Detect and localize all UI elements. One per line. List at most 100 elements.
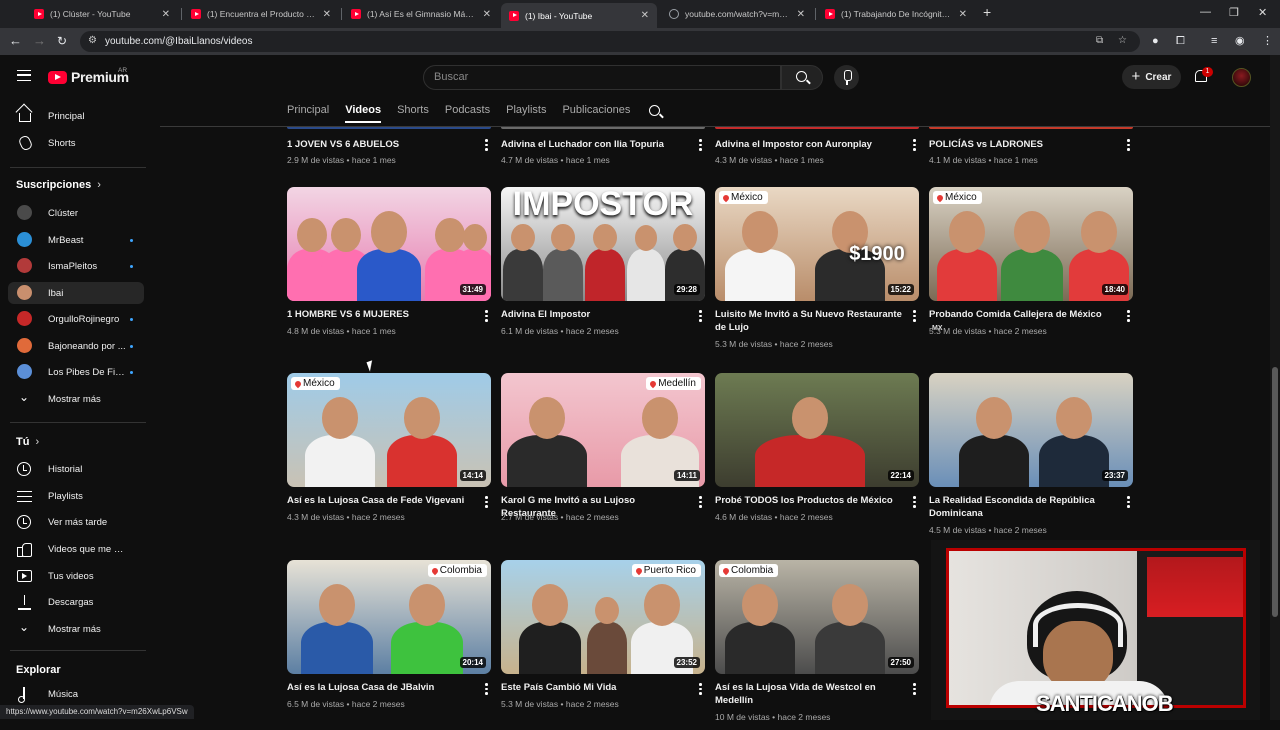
video-thumbnail[interactable]: Colombia 20:14: [287, 560, 491, 674]
browser-tab[interactable]: youtube.com/watch?v=m26Xw ✕: [661, 3, 813, 25]
sidebar-item-subscription[interactable]: Clúster: [8, 202, 144, 224]
close-tab-icon[interactable]: ✕: [641, 10, 649, 21]
sidebar-item-subscription[interactable]: Ibai: [8, 282, 144, 304]
video-thumbnail[interactable]: IMPOSTOR 29:28: [501, 187, 705, 301]
subscriptions-heading[interactable]: Suscripciones ›: [16, 179, 101, 191]
search-box[interactable]: [423, 65, 781, 90]
profile-icon[interactable]: ◉: [1235, 34, 1245, 48]
sidebar-item-descargas[interactable]: Descargas: [8, 591, 144, 613]
close-window-icon[interactable]: ✕: [1258, 6, 1267, 19]
search-input[interactable]: [434, 71, 764, 83]
sidebar-item-subscription[interactable]: OrgulloRojinegro: [8, 308, 144, 330]
more-actions-icon[interactable]: [1127, 139, 1130, 151]
browser-tab[interactable]: (1) Así Es el Gimnasio Más Lujo ✕: [343, 3, 499, 25]
search-button[interactable]: [781, 65, 823, 90]
more-actions-icon[interactable]: [699, 496, 702, 508]
scrollbar-thumb[interactable]: [1272, 367, 1278, 617]
sidebar-item-ver-mas-tarde[interactable]: Ver más tarde: [8, 511, 144, 533]
more-actions-icon[interactable]: [485, 496, 488, 508]
hamburger-menu-icon[interactable]: [17, 70, 31, 81]
show-more-you[interactable]: ⌄ Mostrar más: [8, 618, 144, 640]
video-thumbnail[interactable]: México 18:40: [929, 187, 1133, 301]
video-thumbnail[interactable]: [715, 127, 919, 129]
new-tab-icon[interactable]: +: [983, 4, 991, 20]
video-thumbnail[interactable]: México 14:14: [287, 373, 491, 487]
video-title[interactable]: 1 JOVEN VS 6 ABUELOS: [287, 138, 477, 151]
tab-podcasts[interactable]: Podcasts: [445, 99, 506, 123]
video-thumbnail[interactable]: Colombia 27:50: [715, 560, 919, 674]
create-button[interactable]: + Crear: [1122, 65, 1181, 89]
video-card[interactable]: Colombia 27:50 Así es la Lujosa Vida de We…: [715, 560, 920, 730]
media-controls-icon[interactable]: ≡: [1211, 34, 1217, 48]
browser-tab[interactable]: (1) Clúster - YouTube ✕: [26, 3, 178, 25]
youtube-premium-logo[interactable]: Premium: [48, 69, 129, 85]
video-title[interactable]: Así es la Lujosa Casa de Fede Vigevani: [287, 494, 477, 507]
you-heading[interactable]: Tú ›: [16, 436, 39, 448]
tab-publicaciones[interactable]: Publicaciones: [562, 99, 646, 123]
more-actions-icon[interactable]: [699, 310, 702, 322]
more-actions-icon[interactable]: [913, 139, 916, 151]
video-title[interactable]: Probé TODOS los Productos de México: [715, 494, 905, 507]
forward-icon[interactable]: →: [33, 34, 46, 48]
video-card[interactable]: $1900 México 15:22 Luisito Me Invitó a Su N…: [715, 187, 920, 357]
more-actions-icon[interactable]: [485, 139, 488, 151]
more-actions-icon[interactable]: [485, 683, 488, 695]
reload-icon[interactable]: ↻: [57, 34, 67, 48]
video-title[interactable]: La Realidad Escondida de República Domin…: [929, 494, 1119, 520]
tab-playlists[interactable]: Playlists: [506, 99, 562, 123]
video-thumbnail[interactable]: [287, 127, 491, 129]
more-actions-icon[interactable]: [699, 139, 702, 151]
page-scrollbar[interactable]: [1270, 55, 1280, 720]
sidebar-item-subscription[interactable]: MrBeast: [8, 229, 144, 251]
close-tab-icon[interactable]: ✕: [162, 9, 170, 20]
video-card[interactable]: Puerto Rico 23:52 Este País Cambió Mi Vida…: [501, 560, 706, 730]
video-card[interactable]: México 18:40 Probando Comida Callejera de …: [929, 187, 1134, 357]
show-more-subscriptions[interactable]: ⌄ Mostrar más: [8, 388, 144, 410]
sidebar-item-subscription[interactable]: IsmaPleitos: [8, 255, 144, 277]
close-tab-icon[interactable]: ✕: [797, 9, 805, 20]
sidebar-item-subscription[interactable]: Los Pibes De Fio...: [8, 361, 144, 383]
extension-icon[interactable]: ●: [1152, 34, 1159, 48]
video-title[interactable]: Este País Cambió Mi Vida: [501, 681, 691, 694]
video-thumbnail[interactable]: Medellín 14:11: [501, 373, 705, 487]
video-card[interactable]: 22:14 Probé TODOS los Productos de México…: [715, 373, 920, 543]
bookmark-star-icon[interactable]: ☆: [1118, 35, 1127, 46]
sidebar-item-liked-videos[interactable]: Videos que me gus...: [8, 538, 144, 560]
maximize-icon[interactable]: ❐: [1229, 6, 1239, 19]
video-title[interactable]: Así es la Lujosa Casa de JBalvin: [287, 681, 477, 694]
site-info-icon[interactable]: ⚙: [88, 35, 97, 46]
video-card[interactable]: Colombia 20:14 Así es la Lujosa Casa de JB…: [287, 560, 492, 730]
video-title[interactable]: Adivina El Impostor: [501, 308, 691, 321]
video-card[interactable]: Adivina el Luchador con Ilia Topuria 4.7 …: [501, 127, 706, 167]
tab-principal[interactable]: Principal: [287, 99, 345, 123]
video-thumbnail[interactable]: [929, 127, 1133, 129]
voice-search-icon[interactable]: [834, 65, 859, 90]
browser-tab-active[interactable]: (1) Ibai - YouTube ✕: [501, 3, 657, 28]
back-icon[interactable]: ←: [9, 34, 22, 48]
sidebar-item-principal[interactable]: Principal: [8, 105, 144, 127]
sidebar-item-historial[interactable]: Historial: [8, 458, 144, 480]
video-thumbnail[interactable]: [501, 127, 705, 129]
close-tab-icon[interactable]: ✕: [959, 9, 967, 20]
more-actions-icon[interactable]: [913, 496, 916, 508]
more-actions-icon[interactable]: [485, 310, 488, 322]
more-actions-icon[interactable]: [913, 683, 916, 695]
close-tab-icon[interactable]: ✕: [323, 9, 331, 20]
more-actions-icon[interactable]: [1127, 310, 1130, 322]
url-text[interactable]: youtube.com/@IbaiLlanos/videos: [105, 36, 252, 47]
browser-tab[interactable]: (1) Encuentra el Producto Caro ✕: [183, 3, 339, 25]
video-thumbnail[interactable]: $1900 México 15:22: [715, 187, 919, 301]
sidebar-item-shorts[interactable]: Shorts: [8, 132, 144, 154]
video-card[interactable]: Medellín 14:11 Karol G me Invitó a su Lujo…: [501, 373, 706, 543]
browser-tab[interactable]: (1) Trabajando De Incógnito En ✕: [817, 3, 975, 25]
video-title[interactable]: Luisito Me Invitó a Su Nuevo Restaurante…: [715, 308, 905, 334]
video-thumbnail[interactable]: Puerto Rico 23:52: [501, 560, 705, 674]
sidebar-item-tus-videos[interactable]: Tus videos: [8, 565, 144, 587]
video-thumbnail[interactable]: 31:49: [287, 187, 491, 301]
video-title[interactable]: Adivina el Impostor con Auronplay: [715, 138, 905, 151]
video-title[interactable]: Adivina el Luchador con Ilia Topuria: [501, 138, 691, 151]
tab-videos[interactable]: Videos: [345, 99, 397, 123]
browser-menu-icon[interactable]: ⋮: [1262, 34, 1273, 48]
video-title[interactable]: POLICÍAS vs LADRONES: [929, 138, 1119, 151]
extensions-puzzle-icon[interactable]: ⧠: [1176, 34, 1185, 48]
